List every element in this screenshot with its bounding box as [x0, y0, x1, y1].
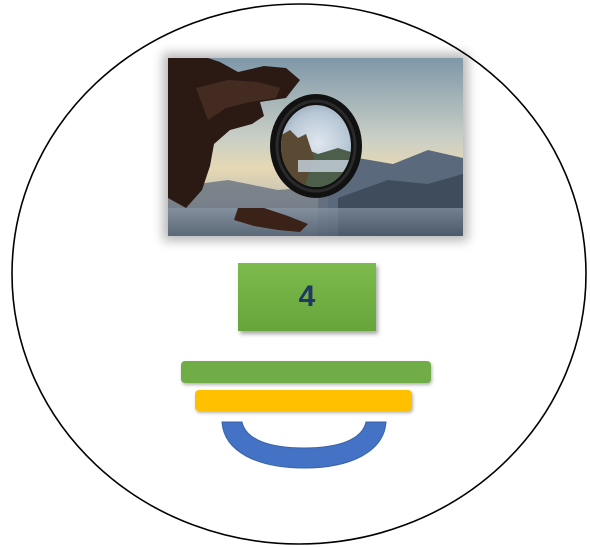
- hand-holding-lens-photo: [168, 58, 463, 236]
- yellow-bar: [195, 390, 412, 411]
- number-box: 4: [238, 263, 376, 331]
- infographic-stage: 4: [0, 0, 590, 547]
- bowl-shape-icon: [221, 421, 387, 469]
- number-label: 4: [298, 280, 316, 313]
- lens-photo: [168, 58, 463, 236]
- green-bar: [181, 361, 431, 383]
